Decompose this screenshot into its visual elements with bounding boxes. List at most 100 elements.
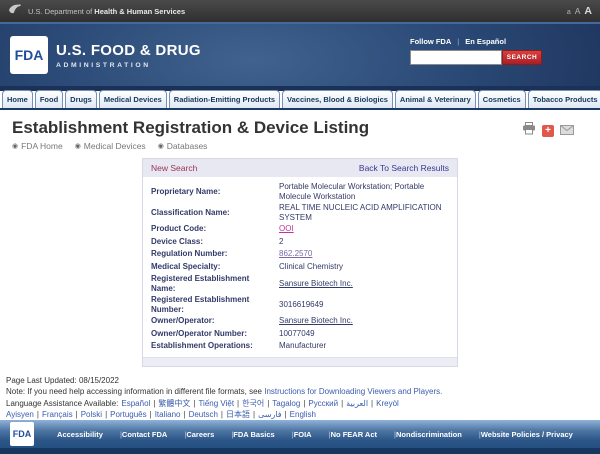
font-size-small-button[interactable]: a [567,9,571,16]
separator: | [105,410,107,419]
result-table: Proprietary Name: Portable Molecular Wor… [143,177,457,357]
nav-tab[interactable]: Vaccines, Blood & Biologics [282,90,393,108]
breadcrumb: ◉FDA Home◉Medical Devices◉Databases [12,141,588,151]
fda-header: FDA U.S. FOOD & DRUG ADMINISTRATION Foll… [0,22,600,86]
email-icon[interactable] [560,122,574,140]
footer-link[interactable]: FOIA [294,430,312,439]
new-search-link[interactable]: New Search [151,163,197,173]
language-link[interactable]: Italiano [155,410,181,419]
footer-link[interactable]: Website Policies / Privacy [481,430,573,439]
footer-link[interactable]: FDA Basics [233,430,274,439]
hhs-department-text[interactable]: U.S. Department of Health & Human Servic… [28,7,185,16]
field-value: 2 [279,237,449,247]
hhs-eagle-icon [8,2,22,20]
language-link[interactable]: العربية [346,399,368,408]
page-header: Establishment Registration & Device List… [0,110,600,151]
result-panel-footer [143,357,457,366]
field-value: 10077049 [279,329,449,339]
result-row: Proprietary Name: Portable Molecular Wor… [151,181,449,202]
language-link[interactable]: Tiếng Việt [198,399,234,408]
language-link[interactable]: Polski [81,410,102,419]
language-link[interactable]: Tagalog [272,399,300,408]
separator: | [285,410,287,419]
field-label: Owner/Operator Number: [151,329,271,339]
language-link[interactable]: 繁體中文 [158,399,190,408]
field-value: REAL TIME NUCLEIC ACID AMPLIFICATION SYS… [279,203,449,223]
separator: | [37,410,39,419]
breadcrumb-link[interactable]: Databases [167,141,208,151]
footer-link[interactable]: Careers [186,430,214,439]
language-link[interactable]: English [290,410,316,419]
font-size-medium-button[interactable]: A [575,6,581,16]
language-link[interactable]: Русский [308,399,338,408]
result-row: Regulation Number: 862.2570 [151,248,449,261]
footer-link[interactable]: No FEAR Act [331,430,377,439]
separator: | [221,410,223,419]
separator: | [341,399,343,408]
separator: | [303,399,305,408]
footer-bottom-strip [0,448,600,454]
header-links: Follow FDA | En Español [410,37,542,46]
separator: | [150,410,152,419]
language-link[interactable]: Deutsch [189,410,218,419]
page-title: Establishment Registration & Device List… [12,118,588,138]
field-label: Registered Establishment Name: [151,274,271,294]
result-row: Owner/Operator: Sansure Biotech Inc. [151,315,449,328]
hhs-top-bar: U.S. Department of Health & Human Servic… [0,0,600,22]
page-content: Establishment Registration & Device List… [0,110,600,420]
font-size-large-button[interactable]: A [584,5,592,17]
follow-fda-link[interactable]: Follow FDA [410,37,451,46]
separator: | [153,399,155,408]
language-link[interactable]: Español [121,399,150,408]
language-link[interactable]: Português [110,410,146,419]
nav-tab[interactable]: Cosmetics [478,90,526,108]
breadcrumb-bullet-icon: ◉ [12,143,18,150]
en-espanol-link[interactable]: En Español [465,37,506,46]
footer-link[interactable]: Accessibility [57,430,103,439]
language-assistance: Language Assistance Available:|Español|繁… [6,398,594,420]
nav-tab[interactable]: Medical Devices [99,90,167,108]
language-link[interactable]: 한국어 [242,399,264,408]
field-value: Portable Molecular Workstation; Portable… [279,182,449,202]
footer-fda-logo[interactable]: FDA [10,422,34,446]
footer-links: |Accessibility|Contact FDA|Careers|FDA B… [40,430,590,439]
breadcrumb-link[interactable]: FDA Home [21,141,63,151]
nav-tab[interactable]: Tobacco Products [528,90,600,108]
breadcrumb-link[interactable]: Medical Devices [84,141,146,151]
language-link[interactable]: فارسی [258,410,282,419]
footer-link[interactable]: Nondiscrimination [396,430,462,439]
separator: | [183,410,185,419]
breadcrumb-bullet-icon: ◉ [75,143,81,150]
result-panel-header: New Search Back To Search Results [143,159,457,177]
language-link[interactable]: 日本語 [226,410,250,419]
nav-tab[interactable]: Radiation-Emitting Products [169,90,280,108]
field-label: Device Class: [151,237,271,247]
field-value[interactable]: Sansure Biotech Inc. [279,279,449,289]
viewers-players-link[interactable]: Instructions for Downloading Viewers and… [264,387,442,396]
result-row: Classification Name: REAL TIME NUCLEIC A… [151,202,449,223]
font-size-controls: a A A [567,5,592,17]
header-search-input[interactable] [410,50,502,65]
header-search-button[interactable]: SEARCH [502,50,542,65]
nav-tab[interactable]: Home [2,90,33,108]
language-link[interactable]: Français [42,410,73,419]
page-footer-notes: Page Last Updated: 08/15/2022 Note: If y… [6,375,594,421]
field-value[interactable]: 862.2570 [279,249,449,259]
fda-title: U.S. FOOD & DRUG [56,42,201,59]
footer-fda-logo-text: FDA [13,429,32,439]
nav-tab[interactable]: Drugs [65,90,97,108]
main-nav: HomeFoodDrugsMedical DevicesRadiation-Em… [0,86,600,110]
print-icon[interactable] [522,122,536,140]
nav-tab[interactable]: Food [35,90,63,108]
page-action-icons: + [522,122,574,140]
footer-link[interactable]: Contact FDA [122,430,167,439]
fda-logo[interactable]: FDA [10,36,48,74]
fda-brand: FDA U.S. FOOD & DRUG ADMINISTRATION [10,36,201,74]
share-icon[interactable]: + [542,125,554,137]
nav-tab[interactable]: Animal & Veterinary [395,90,476,108]
hhs-dept-name: Health & Human Services [94,7,185,16]
field-value[interactable]: Sansure Biotech Inc. [279,316,449,326]
field-value[interactable]: OOI [279,224,449,234]
back-to-results-link[interactable]: Back To Search Results [359,163,449,173]
field-label: Owner/Operator: [151,316,271,326]
